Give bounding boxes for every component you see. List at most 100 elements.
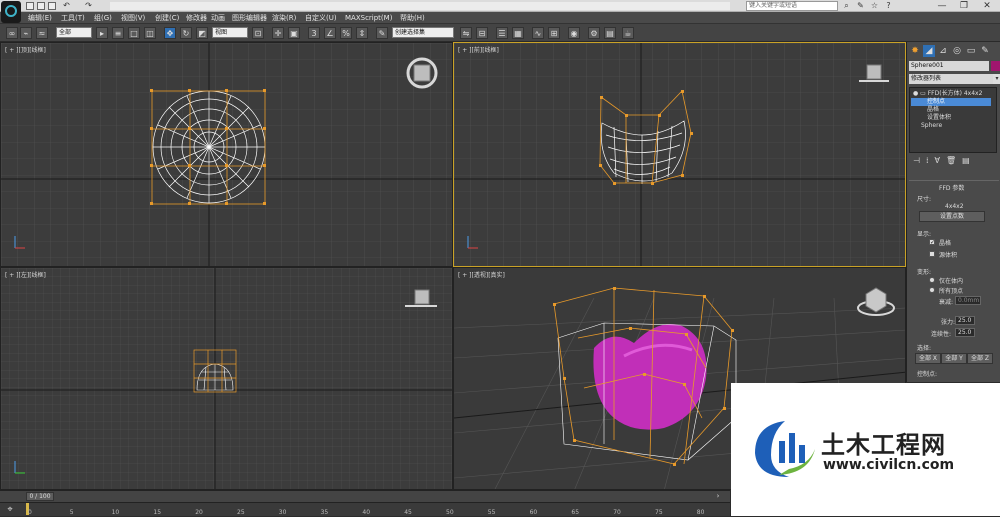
percent-snap-icon[interactable]: % (340, 27, 352, 39)
star-icon[interactable]: ☆ (870, 1, 879, 10)
display-tab-icon[interactable]: ▭ (965, 45, 977, 57)
undo-icon[interactable]: ↶ (62, 1, 71, 10)
object-name-field[interactable]: Sphere001 (909, 61, 989, 71)
stack-item-lattice[interactable]: 晶格 (911, 106, 991, 114)
make-unique-icon[interactable]: ∀ (935, 156, 946, 165)
open-file-icon[interactable] (37, 2, 45, 10)
object-color-swatch[interactable] (991, 61, 1000, 71)
layer-manager-icon[interactable]: ☰ (496, 27, 508, 39)
menu-create[interactable]: 创建(C) (155, 13, 179, 23)
pivot-center-icon[interactable]: ⊡ (252, 27, 264, 39)
all-y-button[interactable]: 全部 Y (941, 353, 967, 364)
spinner-snap-icon[interactable]: ⇕ (356, 27, 368, 39)
maximize-button[interactable]: ❐ (952, 0, 976, 12)
menu-help[interactable]: 帮助(H) (400, 13, 425, 23)
viewport-top[interactable]: [ + ][顶][线框] (0, 42, 453, 267)
all-z-button[interactable]: 全部 Z (967, 353, 993, 364)
time-slider-thumb[interactable]: 0 / 100 (26, 492, 54, 501)
app-logo-icon[interactable] (1, 1, 21, 23)
select-by-name-icon[interactable]: ≡ (112, 27, 124, 39)
snap-toggle-icon[interactable]: 3 (308, 27, 320, 39)
next-frame-icon[interactable]: › (712, 492, 724, 501)
menu-animation[interactable]: 动画 (211, 13, 225, 23)
select-object-icon[interactable]: ▸ (96, 27, 108, 39)
remove-modifier-icon[interactable]: 🗑 (946, 156, 962, 165)
set-number-of-points-button[interactable]: 设置点数 (919, 211, 985, 222)
pin-stack-icon[interactable]: ⊣ (913, 156, 926, 165)
time-slider[interactable]: 0 / 100 › (0, 490, 730, 502)
unlink-icon[interactable]: ⌁ (20, 27, 32, 39)
menu-tools[interactable]: 工具(T) (61, 13, 85, 23)
menu-rendering[interactable]: 渲染(R) (272, 13, 296, 23)
scale-icon[interactable]: ◩ (196, 27, 208, 39)
menu-group[interactable]: 组(G) (94, 13, 112, 23)
viewport-left[interactable]: [ + ][左][线框] (0, 267, 453, 490)
material-editor-icon[interactable]: ◉ (568, 27, 580, 39)
lattice-checkbox[interactable]: ✓ (929, 239, 935, 246)
select-manipulate-icon[interactable]: ✛ (272, 27, 284, 39)
help-icon[interactable]: ? (884, 1, 893, 10)
named-selection-sets-dropdown[interactable]: 创建选择集 (392, 27, 454, 38)
redo-icon[interactable]: ↷ (84, 1, 93, 10)
rect-selection-icon[interactable]: □ (128, 27, 140, 39)
reference-coordinate-dropdown[interactable]: 视图 (212, 27, 248, 38)
motion-tab-icon[interactable]: ◎ (951, 45, 963, 57)
stack-item-control-points[interactable]: 控制点 (911, 98, 991, 106)
save-file-icon[interactable] (48, 2, 56, 10)
new-file-icon[interactable] (26, 2, 34, 10)
modify-tab-icon[interactable]: ◢ (923, 45, 935, 57)
hierarchy-tab-icon[interactable]: ⊿ (937, 45, 949, 57)
rendered-frame-icon[interactable]: ▤ (604, 27, 616, 39)
angle-snap-icon[interactable]: ∠ (324, 27, 336, 39)
menu-views[interactable]: 视图(V) (121, 13, 145, 23)
viewport-perspective-label[interactable]: [ + ][透视][真实] (458, 270, 505, 279)
menu-customize[interactable]: 自定义(U) (305, 13, 337, 23)
all-vertices-radio[interactable] (929, 287, 935, 293)
light-bulb-icon[interactable]: ● ▭ (913, 90, 928, 97)
close-button[interactable]: ✕ (975, 0, 999, 12)
minimize-button[interactable]: — (930, 0, 954, 12)
rollout-title[interactable]: FFD 参数 (939, 183, 964, 192)
link-icon[interactable]: ∞ (6, 27, 18, 39)
viewport-top-label[interactable]: [ + ][顶][线框] (5, 45, 46, 54)
viewport-front[interactable]: [ + ][前][线框] (453, 42, 906, 267)
window-crossing-icon[interactable]: ◫ (144, 27, 156, 39)
falloff-spinner[interactable]: 0.0mm (955, 296, 981, 305)
bind-space-warp-icon[interactable]: ≈ (36, 27, 48, 39)
track-bar[interactable]: ⌖ 0510152025303540455055606570758085 (0, 502, 746, 516)
modifier-list-dropdown[interactable]: 修改器列表 (909, 74, 993, 84)
viewport-front-label[interactable]: [ + ][前][线框] (458, 45, 499, 54)
modifier-dropdown-chevron-icon[interactable]: ▾ (993, 74, 1000, 84)
show-end-result-icon[interactable]: ⁞ (926, 156, 935, 165)
menu-maxscript[interactable]: MAXScript(M) (345, 13, 392, 23)
align-icon[interactable]: ⊟ (476, 27, 488, 39)
rotate-icon[interactable]: ↻ (180, 27, 192, 39)
schematic-view-icon[interactable]: ⊞ (548, 27, 560, 39)
curve-editor-icon[interactable]: ∿ (532, 27, 544, 39)
edit-named-selection-icon[interactable]: ✎ (376, 27, 388, 39)
create-tab-icon[interactable]: ✸ (909, 45, 921, 57)
stack-item-ffd[interactable]: ● ▭ FFD(长方体) 4x4x2 (911, 90, 991, 98)
stack-item-sphere[interactable]: Sphere (911, 122, 991, 130)
render-production-icon[interactable]: ☕ (622, 27, 634, 39)
tension-spinner[interactable]: 25.0 (955, 316, 975, 325)
menu-graph-editors[interactable]: 图形编辑器 (232, 13, 267, 23)
mirror-icon[interactable]: ⇋ (460, 27, 472, 39)
keyboard-shortcut-icon[interactable]: ▣ (288, 27, 300, 39)
tools-icon[interactable]: ✎ (856, 1, 865, 10)
viewport-left-label[interactable]: [ + ][左][线框] (5, 270, 46, 279)
source-volume-checkbox[interactable] (929, 251, 935, 257)
menu-edit[interactable]: 编辑(E) (28, 13, 52, 23)
selection-filter-dropdown[interactable]: 全部 (56, 27, 92, 38)
graphite-ribbon-icon[interactable]: ▦ (512, 27, 524, 39)
utilities-tab-icon[interactable]: ✎ (979, 45, 991, 57)
configure-sets-icon[interactable]: ▤ (962, 156, 976, 165)
search-input[interactable]: 键入关键字或短语 (746, 1, 838, 11)
menu-modifiers[interactable]: 修改器 (186, 13, 207, 23)
only-in-volume-radio[interactable] (929, 277, 935, 283)
move-icon[interactable]: ✥ (164, 27, 176, 39)
binoculars-icon[interactable]: ⌕ (842, 1, 851, 10)
continuity-spinner[interactable]: 25.0 (955, 328, 975, 337)
render-setup-icon[interactable]: ⚙ (588, 27, 600, 39)
all-x-button[interactable]: 全部 X (915, 353, 941, 364)
